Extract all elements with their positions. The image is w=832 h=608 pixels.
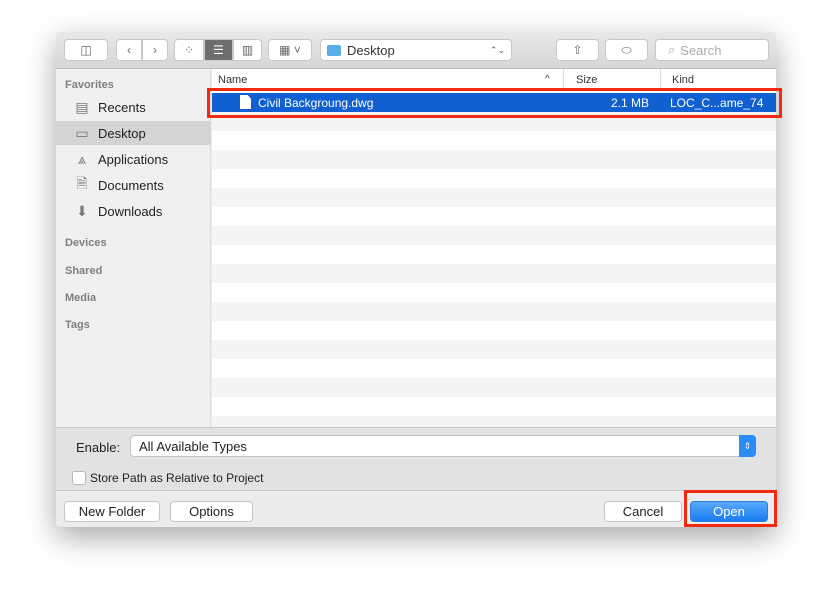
list-icon: ☰ [213,43,224,57]
sidebar-item-desktop[interactable]: ▭ Desktop [56,121,211,145]
arrange-button[interactable]: ▦ ˅ [268,39,312,61]
store-path-checkbox[interactable] [72,471,86,485]
back-button[interactable]: ‹ [116,39,142,61]
sidebar-item-label: Recents [98,99,146,115]
sidebar-item-label: Downloads [98,203,163,219]
share-button[interactable]: ⇧ [556,39,599,61]
new-folder-button[interactable]: New Folder [64,501,160,522]
column-size[interactable]: Size [576,74,597,86]
enable-label: Enable: [76,440,121,455]
folder-icon [327,44,341,56]
empty-row [212,188,776,207]
forward-button[interactable]: › [142,39,168,61]
empty-row [212,150,776,169]
sidebar-item-label: Documents [98,177,164,193]
sidebar-item-documents[interactable]: 🗎 Documents [56,173,211,197]
sidebar-item-label: Applications [98,151,169,167]
recents-icon: ▤ [75,98,89,115]
sidebar-item-applications[interactable]: ⩓ Applications [56,147,211,171]
arrange-icon: ▦ ˅ [279,43,301,57]
grid-icon: ⁘ [183,43,195,57]
shared-header[interactable]: Shared [65,265,102,277]
column-name[interactable]: Name [218,74,247,86]
empty-row [212,416,776,427]
empty-row [212,169,776,188]
location-popup[interactable]: Desktop ⌃⌄ [320,39,512,61]
downloads-icon: ⬇ [76,202,88,219]
cancel-button[interactable]: Cancel [604,501,682,522]
store-path-label[interactable]: Store Path as Relative to Project [90,471,263,485]
list-view-button[interactable]: ☰ [204,39,233,61]
sidebar-item-downloads[interactable]: ⬇ Downloads [56,199,211,223]
media-header[interactable]: Media [65,292,96,304]
empty-row [212,264,776,283]
documents-icon: 🗎 [76,175,88,191]
empty-row [212,378,776,397]
updown-icon: ⌃⌄ [489,44,505,55]
empty-row [212,283,776,302]
empty-row [212,302,776,321]
search-placeholder: Search [680,42,722,58]
empty-row [212,207,776,226]
enable-select[interactable]: All Available Types ⇕ [130,435,756,457]
toolbar: ◫ ‹ › ⁘ ☰ ▥ ▦ ˅ Desktop ⌃⌄ ⇧ ⬭ ⌕ Search [56,32,776,69]
desktop-icon: ▭ [75,124,89,141]
favorites-header: Favorites [65,79,114,91]
tags-button[interactable]: ⬭ [605,39,648,61]
sort-ascending-icon: ^ [545,74,550,85]
empty-row [212,397,776,416]
applications-icon: ⩓ [78,150,86,167]
sidebar-item-recents[interactable]: ▤ Recents [56,95,211,119]
devices-header[interactable]: Devices [65,237,107,249]
icon-view-button[interactable]: ⁘ [174,39,204,61]
sidebar: Favorites ▤ Recents ▭ Desktop ⩓ Application… [56,69,211,427]
empty-row [212,359,776,378]
empty-row [212,131,776,150]
empty-row [212,340,776,359]
updown-icon: ⇕ [739,435,756,457]
enable-value: All Available Types [139,439,247,454]
sidebar-icon: ◫ [80,43,92,57]
options-panel: Enable: All Available Types ⇕ Store Path… [56,427,776,490]
search-input[interactable]: ⌕ Search [655,39,769,61]
button-bar: New Folder Options Cancel Open [56,490,776,527]
location-label: Desktop [347,42,395,58]
column-kind[interactable]: Kind [672,74,694,86]
search-icon: ⌕ [668,42,676,57]
share-icon: ⇧ [572,43,583,57]
tags-header[interactable]: Tags [65,319,90,331]
empty-row [212,321,776,340]
chevron-left-icon: ‹ [127,43,131,57]
options-button[interactable]: Options [170,501,253,522]
chevron-right-icon: › [153,43,157,57]
column-view-button[interactable]: ▥ [233,39,262,61]
empty-row [212,226,776,245]
sidebar-item-label: Desktop [98,125,146,141]
sidebar-toggle-button[interactable]: ◫ [64,39,108,61]
empty-row [212,245,776,264]
highlight-box-open [684,490,777,527]
file-list: Name ^ Size Kind Civil Backgroung.dwg 2.… [212,69,776,427]
columns-icon: ▥ [241,43,254,57]
tag-icon: ⬭ [621,42,632,57]
highlight-box-file [207,88,782,118]
